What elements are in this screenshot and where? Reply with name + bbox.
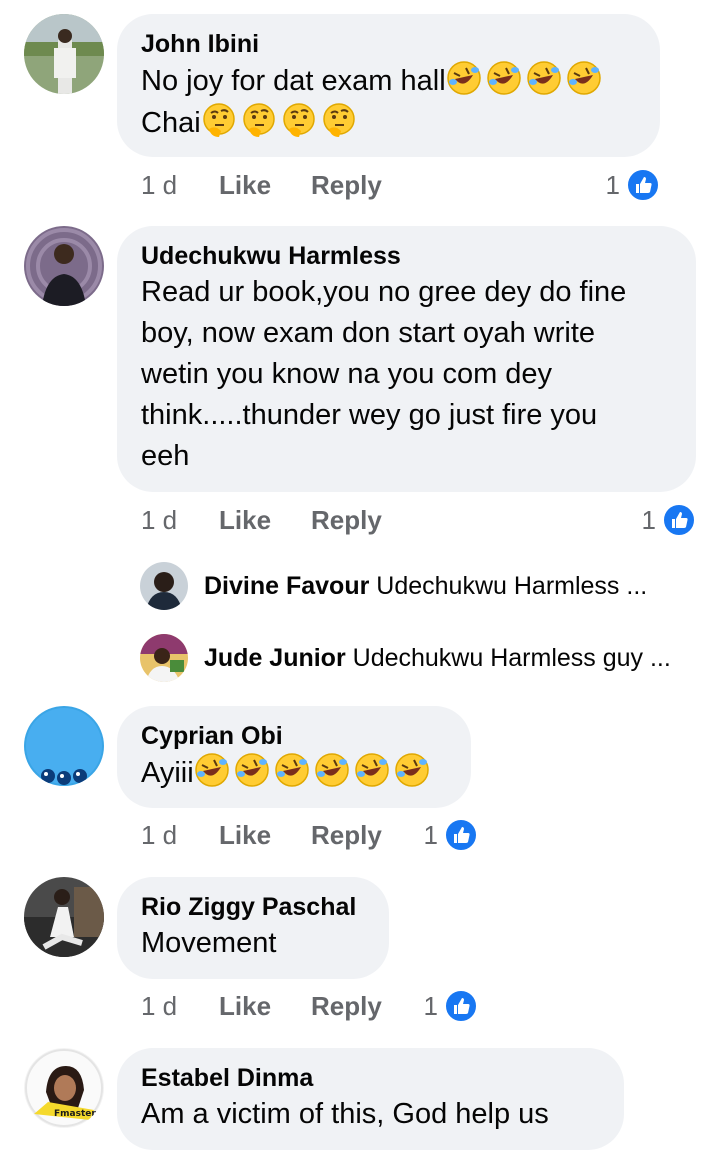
reply-text: Divine Favour Udechukwu Harmless ...	[204, 570, 647, 602]
avatar[interactable]	[140, 562, 188, 610]
rolling-laughing-emoji	[314, 753, 349, 787]
comment-text: Read ur book,you no gree dey do fine boy…	[141, 276, 627, 472]
comments-page: John Ibini No joy for dat exam hall Chai…	[0, 0, 720, 1160]
timestamp[interactable]: 1 d	[141, 502, 177, 538]
reply-snippet: Udechukwu Harmless guy ...	[352, 644, 671, 672]
comment-meta: 1 d Like Reply	[141, 502, 382, 538]
thumbs-up-icon	[444, 989, 478, 1023]
rolling-laughing-emoji	[274, 753, 309, 787]
rolling-laughing-emoji	[194, 753, 229, 787]
avatar-sticker-text: Fmaster	[54, 1109, 96, 1119]
like-button[interactable]: Like	[219, 817, 271, 853]
rolling-laughing-emoji	[394, 753, 429, 787]
reaction-summary[interactable]: 1	[626, 502, 696, 538]
avatar[interactable]	[24, 14, 104, 94]
comment-author[interactable]: John Ibini	[141, 28, 636, 60]
thinking-emoji	[282, 103, 315, 137]
timestamp[interactable]: 1 d	[141, 167, 177, 203]
avatar[interactable]	[24, 226, 104, 306]
reaction-summary[interactable]: 1	[590, 167, 660, 203]
reaction-count: 1	[605, 170, 620, 200]
thumbs-up-icon	[662, 503, 696, 537]
rolling-laughing-emoji	[486, 61, 521, 95]
thinking-emoji-group	[201, 103, 361, 139]
comment-bubble: Cyprian Obi Ayiii	[117, 706, 471, 808]
like-button[interactable]: Like	[219, 167, 271, 203]
reply-button[interactable]: Reply	[311, 817, 382, 853]
thinking-emoji	[322, 103, 355, 137]
reaction-count: 1	[423, 991, 438, 1021]
avatar[interactable]	[24, 877, 104, 957]
reply-button[interactable]: Reply	[311, 167, 382, 203]
rolling-laughing-emoji-group	[194, 753, 434, 789]
rolling-laughing-emoji	[354, 753, 389, 787]
reply-button[interactable]: Reply	[311, 502, 382, 538]
comment-author[interactable]: Rio Ziggy Paschal	[141, 891, 365, 923]
rolling-laughing-emoji	[526, 61, 561, 95]
reaction-count: 1	[641, 505, 656, 535]
thumbs-up-icon	[626, 168, 660, 202]
like-button[interactable]: Like	[219, 988, 271, 1024]
rolling-laughing-emoji	[566, 61, 601, 95]
comment-text: Am a victim of this, God help us	[141, 1098, 549, 1130]
comment-meta: 1 d Like Reply	[141, 988, 382, 1024]
comment-text: Ayiii	[141, 752, 447, 794]
like-button[interactable]: Like	[219, 502, 271, 538]
comment-meta: 1 d Like Reply	[141, 167, 382, 203]
comment-text-line: No joy for dat exam hall	[141, 65, 446, 97]
reaction-summary[interactable]: 1	[406, 988, 478, 1024]
timestamp[interactable]: 1 d	[141, 817, 177, 853]
comment-text: No joy for dat exam hall Chai	[141, 60, 636, 144]
reply-text: Jude Junior Udechukwu Harmless guy ...	[204, 642, 671, 674]
avatar[interactable]	[24, 706, 104, 786]
comment-meta: 1 d Like Reply	[141, 817, 382, 853]
comment-text: Movement	[141, 927, 277, 959]
avatar[interactable]: Fmaster	[24, 1048, 104, 1128]
comment-author[interactable]: Estabel Dinma	[141, 1062, 600, 1094]
thumbs-up-icon	[444, 818, 478, 852]
comment-bubble: Estabel Dinma Am a victim of this, God h…	[117, 1048, 624, 1150]
thinking-emoji	[242, 103, 275, 137]
rolling-laughing-emoji-group	[446, 61, 606, 97]
reply-preview[interactable]: Jude Junior Udechukwu Harmless guy ...	[140, 634, 700, 682]
reply-author[interactable]: Jude Junior	[204, 644, 346, 672]
rolling-laughing-emoji	[446, 61, 481, 95]
thinking-emoji	[202, 103, 235, 137]
comment-author[interactable]: Udechukwu Harmless	[141, 240, 672, 272]
timestamp[interactable]: 1 d	[141, 988, 177, 1024]
reply-preview[interactable]: Divine Favour Udechukwu Harmless ...	[140, 562, 700, 610]
comment-text-line: Chai	[141, 107, 201, 139]
comment-bubble: Udechukwu Harmless Read ur book,you no g…	[117, 226, 696, 492]
comment-text-line: Ayiii	[141, 757, 194, 789]
rolling-laughing-emoji	[234, 753, 269, 787]
reaction-count: 1	[423, 820, 438, 850]
comment-author[interactable]: Cyprian Obi	[141, 720, 447, 752]
reply-button[interactable]: Reply	[311, 988, 382, 1024]
reply-snippet: Udechukwu Harmless ...	[376, 572, 648, 600]
avatar[interactable]	[140, 634, 188, 682]
comment-bubble: John Ibini No joy for dat exam hall Chai	[117, 14, 660, 157]
reaction-summary[interactable]: 1	[406, 817, 478, 853]
reply-author[interactable]: Divine Favour	[204, 572, 369, 600]
comment-bubble: Rio Ziggy Paschal Movement	[117, 877, 389, 979]
